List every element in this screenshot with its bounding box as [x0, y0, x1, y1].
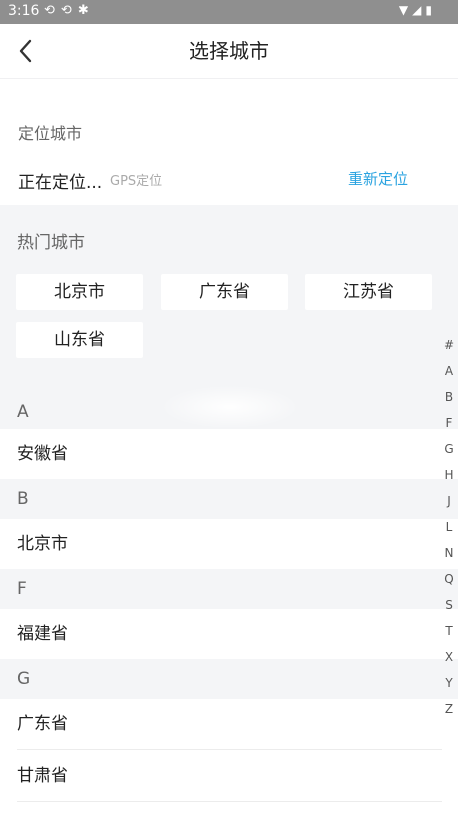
- status-time: 3:16: [8, 3, 40, 19]
- index-letter[interactable]: N: [440, 544, 458, 570]
- back-arrow-icon: [19, 39, 32, 63]
- scroll-fade: [160, 385, 300, 429]
- list-item[interactable]: 安徽省: [0, 429, 458, 479]
- sync-icon: ⟲: [60, 3, 78, 18]
- index-letter[interactable]: L: [440, 518, 458, 544]
- sync-icon: ⟲: [44, 3, 61, 18]
- location-label: 定位城市: [18, 124, 83, 143]
- gps-label: GPS定位: [110, 174, 163, 189]
- list-item[interactable]: 北京市: [0, 519, 458, 569]
- hot-cities-label: 热门城市: [17, 233, 85, 253]
- index-letter[interactable]: B: [440, 388, 458, 414]
- wifi-icon: ▼: [398, 3, 413, 17]
- location-section: 定位城市 正在定位... GPS定位 重新定位: [0, 79, 458, 205]
- status-left-icons: ⟲⟲✱: [44, 3, 95, 18]
- hot-city-chip[interactable]: 江苏省: [305, 274, 432, 310]
- index-letter[interactable]: S: [440, 596, 458, 622]
- city-list: A 安徽省 B 北京市 F 福建省 G 广东省 甘肃省: [0, 395, 458, 802]
- index-letter[interactable]: X: [440, 648, 458, 674]
- nav-bar: 选择城市: [0, 24, 458, 79]
- index-letter[interactable]: H: [440, 466, 458, 492]
- index-letter[interactable]: J: [440, 492, 458, 518]
- index-letter[interactable]: T: [440, 622, 458, 648]
- index-letter[interactable]: #: [440, 336, 458, 362]
- list-item[interactable]: 甘肃省: [0, 750, 458, 802]
- alphabet-index-bar[interactable]: # A B F G H J L N Q S T X Y Z: [440, 336, 458, 726]
- group-header-f: F: [0, 569, 458, 609]
- back-button[interactable]: [10, 34, 44, 68]
- list-item[interactable]: 福建省: [0, 609, 458, 659]
- relocate-button[interactable]: 重新定位: [348, 168, 408, 189]
- status-right-icons: ▼◢▮: [399, 3, 436, 17]
- index-letter[interactable]: A: [440, 362, 458, 388]
- hot-city-chip[interactable]: 广东省: [161, 274, 288, 310]
- group-header-g: G: [0, 659, 458, 699]
- page-title: 选择城市: [189, 39, 269, 63]
- signal-icon: ◢: [412, 3, 426, 17]
- hot-city-chip[interactable]: 山东省: [16, 322, 143, 358]
- battery-icon: ▮: [425, 3, 436, 17]
- hot-cities-section: 热门城市 北京市 广东省 江苏省 山东省: [0, 205, 458, 405]
- status-bar: 3:16 ⟲⟲✱ ▼◢▮: [0, 0, 458, 24]
- group-header-b: B: [0, 479, 458, 519]
- bug-icon: ✱: [77, 3, 95, 18]
- hot-city-chip[interactable]: 北京市: [16, 274, 143, 310]
- location-status: 正在定位...: [18, 173, 103, 193]
- index-letter[interactable]: Z: [440, 700, 458, 726]
- index-letter[interactable]: F: [440, 414, 458, 440]
- index-letter[interactable]: Y: [440, 674, 458, 700]
- index-letter[interactable]: G: [440, 440, 458, 466]
- index-letter[interactable]: Q: [440, 570, 458, 596]
- list-item[interactable]: 广东省: [0, 699, 458, 750]
